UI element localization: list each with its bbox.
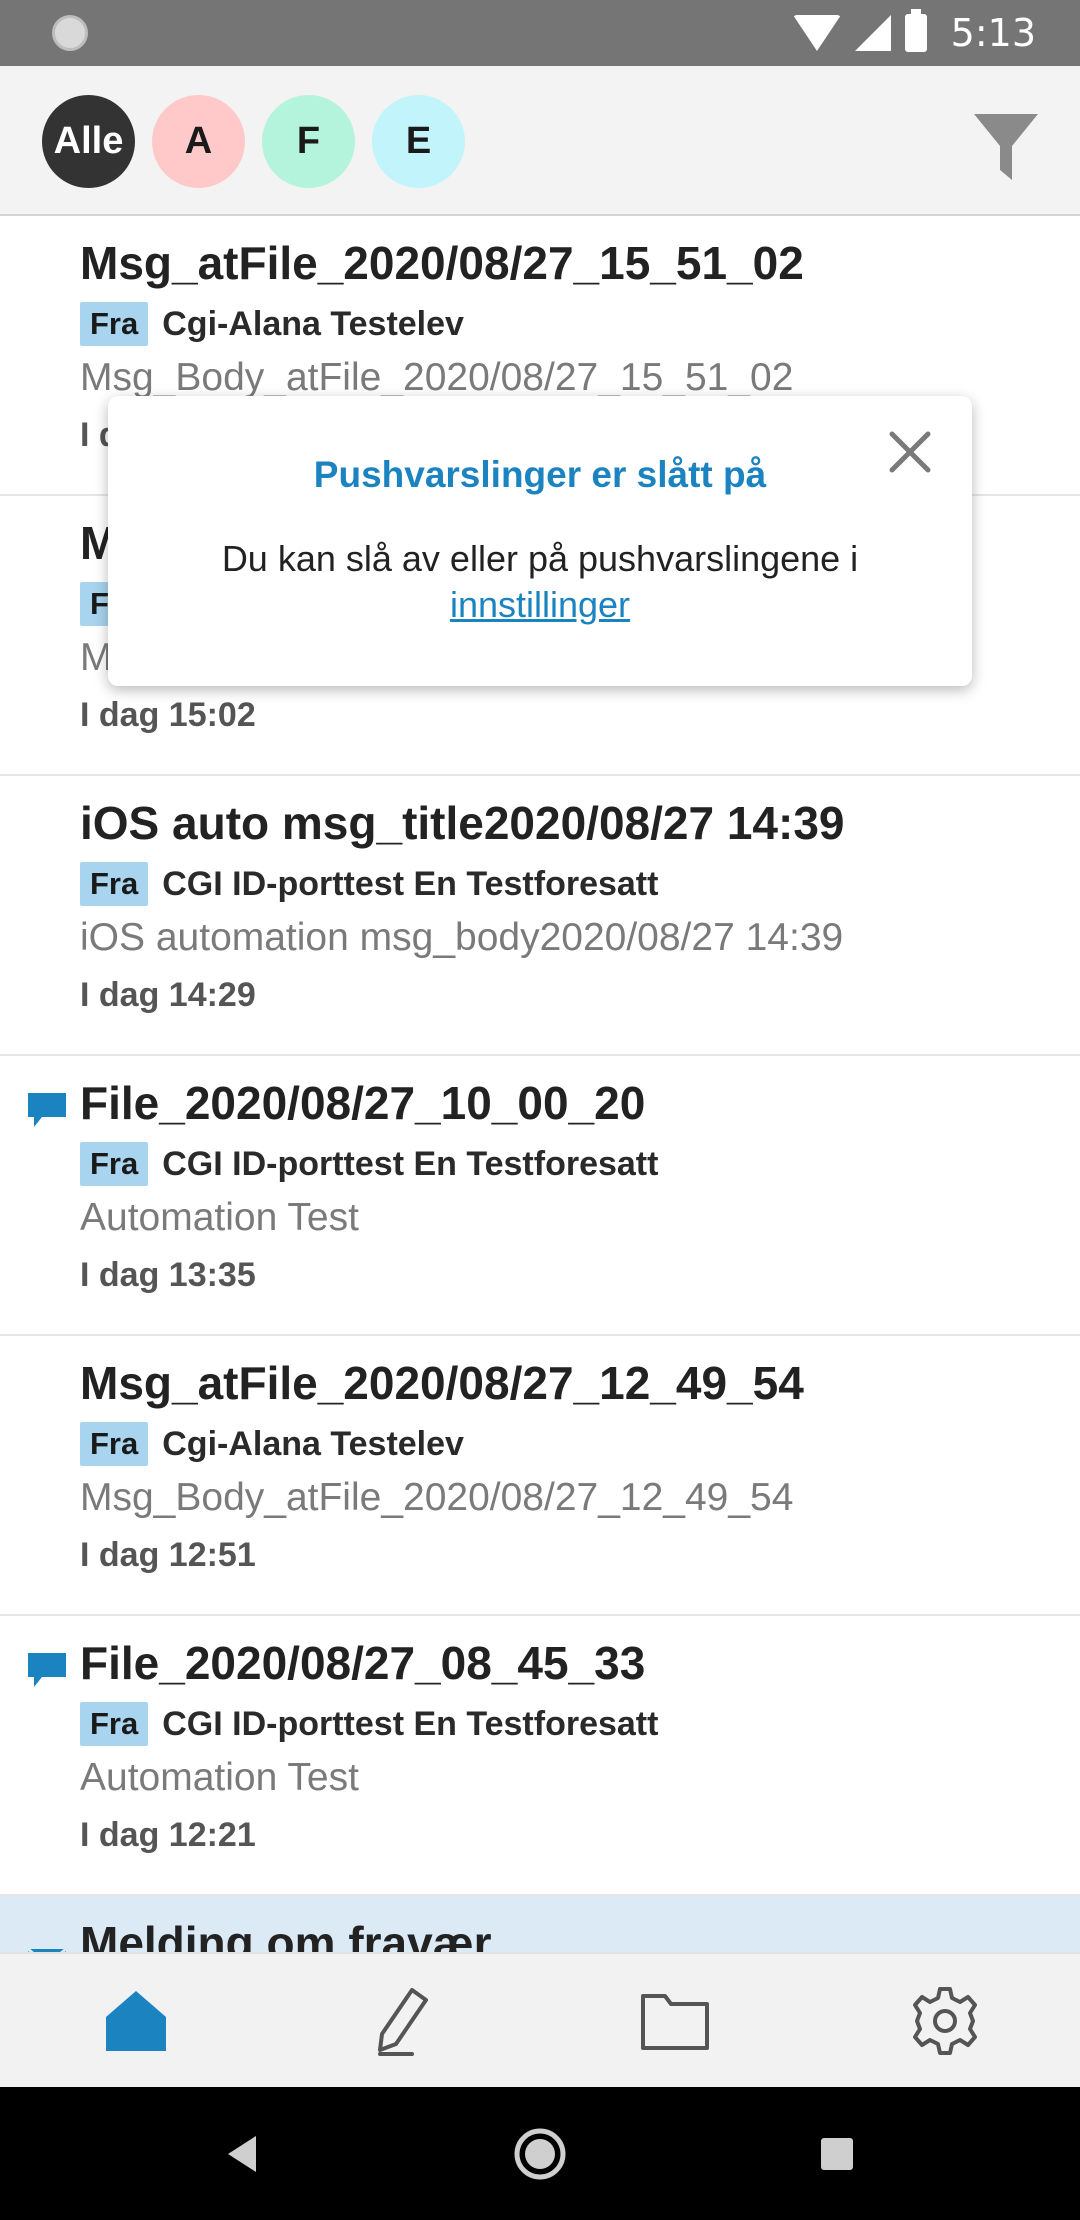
chat-bubble-icon: [28, 1653, 66, 1687]
filter-chips: Alle A F E: [42, 95, 465, 188]
list-item[interactable]: Msg_atFile_2020/08/27_12_49_54 Fra Cgi-A…: [0, 1336, 1080, 1616]
from-badge: Fra: [80, 302, 149, 346]
message-from: Fra Cgi-Alana Testelev: [80, 1422, 464, 1466]
message-sender: Cgi-Alana Testelev: [162, 304, 464, 343]
message-from: Fra CGI ID-porttest En Testforesatt: [80, 862, 658, 906]
filter-chip-e[interactable]: E: [372, 95, 465, 188]
status-time: 5:13: [950, 11, 1036, 55]
bottom-nav: [0, 1952, 1080, 2087]
folder-icon: [641, 1994, 709, 2050]
message-from: Fra CGI ID-porttest En Testforesatt: [80, 1702, 658, 1746]
message-title: Melding om fravær: [80, 1917, 492, 1952]
message-time: I dag 14:29: [80, 976, 256, 1014]
message-from: Fra Cgi-Alana Testelev: [80, 302, 464, 346]
message-time: I dag 13:35: [80, 1256, 256, 1294]
from-badge: Fra: [80, 1702, 149, 1746]
nav-compose[interactable]: [358, 1976, 448, 2066]
message-sender: CGI ID-porttest En Testforesatt: [162, 1144, 659, 1183]
chat-bubble-icon: [28, 1093, 66, 1127]
message-list: Msg_atFile_2020/08/27_15_51_02 Fra Cgi-A…: [0, 216, 1080, 1952]
status-right: 5:13: [792, 0, 1036, 66]
list-item[interactable]: File_2020/08/27_10_00_20 Fra CGI ID-port…: [0, 1056, 1080, 1336]
list-item[interactable]: File_2020/08/27_08_45_33 Fra CGI ID-port…: [0, 1616, 1080, 1896]
message-time: I dag 12:21: [80, 1816, 256, 1854]
message-title: Msg_atFile_2020/08/27_15_51_02: [80, 237, 804, 289]
message-sender: CGI ID-porttest En Testforesatt: [162, 1704, 659, 1743]
signal-icon: [854, 15, 891, 51]
wifi-icon: [792, 15, 841, 51]
home-circle-icon: [514, 2128, 566, 2179]
message-time: I dag 12:51: [80, 1536, 256, 1574]
message-from: Fra CGI ID-porttest En Testforesatt: [80, 1142, 658, 1186]
back-icon: [228, 2135, 256, 2172]
from-badge: Fra: [80, 1142, 149, 1186]
settings-link[interactable]: innstillinger: [148, 582, 932, 628]
message-sender: CGI ID-porttest En Testforesatt: [162, 864, 659, 903]
message-body: Automation Test: [80, 1196, 359, 1239]
from-badge: Fra: [80, 862, 149, 906]
nav-settings[interactable]: [900, 1976, 990, 2066]
filter-chip-f[interactable]: F: [262, 95, 355, 188]
message-title: iOS auto msg_title2020/08/27 14:39: [80, 797, 845, 849]
message-title: File_2020/08/27_10_00_20: [80, 1077, 646, 1129]
list-item[interactable]: iOS auto msg_title2020/08/27 14:39 Fra C…: [0, 776, 1080, 1056]
filter-icon[interactable]: [972, 110, 1040, 182]
message-body: Msg_Body_atFile_2020/08/27_12_49_54: [80, 1476, 794, 1519]
compose-icon: [378, 1988, 428, 2056]
popup-message: Du kan slå av eller på pushvarslingene i: [221, 538, 859, 579]
message-title: Msg_atFile_2020/08/27_12_49_54: [80, 1357, 804, 1409]
message-body: Automation Test: [80, 1756, 359, 1799]
push-notification-popup: Pushvarslinger er slått på Du kan slå av…: [108, 396, 972, 686]
message-time: I dag 15:02: [80, 696, 256, 734]
filter-chip-all[interactable]: Alle: [42, 95, 135, 188]
settings-icon: [913, 1987, 977, 2055]
message-title: File_2020/08/27_08_45_33: [80, 1637, 646, 1689]
recents-icon: [821, 2137, 853, 2170]
message-sender: Cgi-Alana Testelev: [162, 1424, 464, 1463]
filter-chip-a[interactable]: A: [152, 95, 245, 188]
from-badge: Fra: [80, 1422, 149, 1466]
battery-icon: [904, 9, 927, 52]
back-button[interactable]: [182, 2087, 302, 2220]
home-icon: [106, 1991, 166, 2051]
home-button[interactable]: [480, 2087, 600, 2220]
popup-title: Pushvarslinger er slått på: [313, 454, 767, 495]
message-body: Msg_Body_atFile_2020/08/27_15_51_02: [80, 356, 794, 399]
filter-bar: Alle A F E: [0, 66, 1080, 216]
list-item[interactable]: Melding om fravær: [0, 1896, 1080, 1952]
sync-status-icon: [52, 15, 88, 51]
nav-home[interactable]: [91, 1976, 181, 2066]
status-bar: 5:13: [0, 0, 1080, 66]
message-body: iOS automation msg_body2020/08/27 14:39: [80, 916, 844, 959]
recents-button[interactable]: [777, 2087, 897, 2220]
nav-folder[interactable]: [630, 1976, 720, 2066]
system-nav-bar: [0, 2087, 1080, 2220]
popup-text: Du kan slå av eller på pushvarslingene i…: [148, 536, 932, 628]
